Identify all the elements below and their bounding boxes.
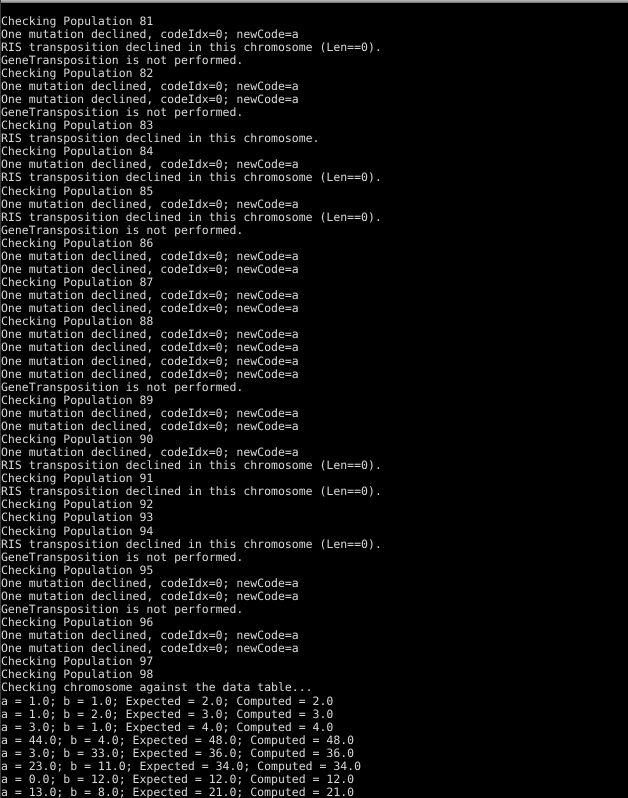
console-line: a = 3.0; b = 33.0; Expected = 36.0; Comp… [1, 745, 355, 760]
window-frame-top-border [0, 0, 628, 3]
console-line: GeneTransposition is not performed. [1, 549, 244, 564]
console-line: One mutation declined, codeIdx=0; newCod… [1, 196, 299, 211]
console-line: Checking Population 93 [1, 510, 154, 525]
console-line: RIS transposition declined in this chrom… [1, 209, 382, 224]
console-line: Checking Population 86 [1, 235, 154, 250]
console-line: Checking Population 89 [1, 392, 154, 407]
console-output-text: Checking Population 81 One mutation decli… [1, 13, 628, 798]
console-line: Checking Population 95 [1, 562, 154, 577]
console-line: Checking Population 82 [1, 65, 154, 80]
console-line: One mutation declined, codeIdx=0; newCod… [1, 366, 299, 381]
console-line: Checking Population 85 [1, 183, 154, 198]
console-window[interactable]: Checking Population 81 One mutation decli… [0, 0, 628, 798]
console-line: Checking chromosome against the data tab… [1, 680, 313, 695]
console-line: GeneTransposition is not performed. [1, 222, 244, 237]
console-line: RIS transposition declined in this chrom… [1, 39, 382, 54]
console-line: a = 1.0; b = 1.0; Expected = 2.0; Comput… [1, 693, 334, 708]
console-line: One mutation declined, codeIdx=0; newCod… [1, 78, 299, 93]
console-line: Checking Population 94 [1, 523, 154, 538]
console-line: GeneTransposition is not performed. [1, 379, 244, 394]
console-line: One mutation declined, codeIdx=0; newCod… [1, 26, 299, 41]
console-line: RIS transposition declined in this chrom… [1, 536, 382, 551]
console-line: One mutation declined, codeIdx=0; newCod… [1, 340, 299, 355]
console-line: GeneTransposition is not performed. [1, 52, 244, 67]
console-line: a = 3.0; b = 1.0; Expected = 4.0; Comput… [1, 719, 334, 734]
console-line: RIS transposition declined in this chrom… [1, 170, 382, 185]
console-line: a = 13.0; b = 8.0; Expected = 21.0; Comp… [1, 785, 355, 798]
console-line: a = 44.0; b = 4.0; Expected = 48.0; Comp… [1, 732, 355, 747]
console-line: a = 1.0; b = 2.0; Expected = 3.0; Comput… [1, 706, 334, 721]
console-line: One mutation declined, codeIdx=0; newCod… [1, 405, 299, 420]
console-line: Checking Population 81 [1, 13, 154, 28]
console-line: One mutation declined, codeIdx=0; newCod… [1, 353, 299, 368]
console-line: One mutation declined, codeIdx=0; newCod… [1, 575, 299, 590]
